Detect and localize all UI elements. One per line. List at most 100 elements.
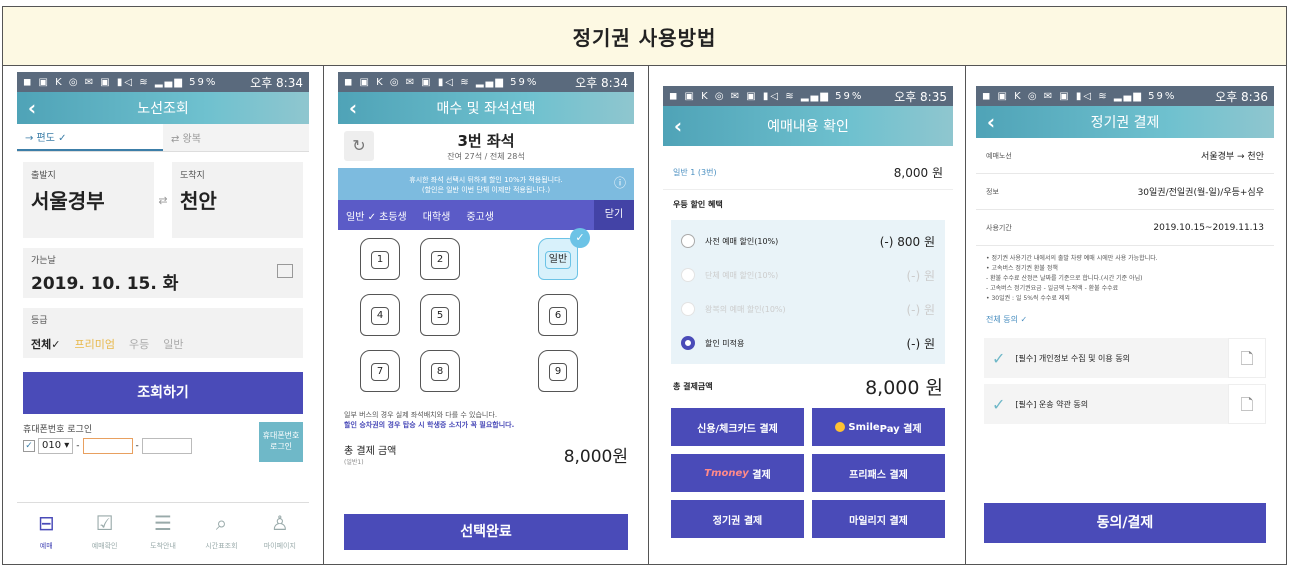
route-row: 예매노선 서울경부 → 천안 [976,138,1274,174]
season-ticket-payment-screen: ◼ ▣ K ◎ ✉ ▣ ▮◁ ≋ ▂▄▆ 59% 오후 8:36 ‹ 정기권 결… [976,86,1274,551]
seat-4[interactable]: 4 [360,294,400,336]
seat-notice: 일부 버스의 경우 실제 좌석배치와 다를 수 있습니다. 할인 승차권의 경우… [338,406,634,434]
phone-login: 휴대폰번호 로그인 ✓ 010 ▾ - - 휴대폰번호 로그인 [23,422,303,462]
confirm-selection-button[interactable]: 선택완료 [344,514,628,550]
pay-season-ticket-button[interactable]: 정기권 결제 [671,500,804,538]
arrival-label: 도착지 [180,171,205,181]
grade-premium[interactable]: 프리미엄 [74,336,114,352]
route-search-screen: ◼ ▣ K ◎ ✉ ▣ ▮◁ ≋ ▂▄▆ 59% 오후 8:34 ‹ 노선조회 … [17,72,309,562]
tab-reservation-check[interactable]: ☑ 예매확인 [75,503,133,562]
type-general-child[interactable]: 일반 ✓ 초등생 [346,208,407,223]
arrival-value: 천안 [180,189,217,213]
back-icon[interactable]: ‹ [17,96,47,120]
bus-icon: ⊟ [37,511,55,535]
search-button[interactable]: 조회하기 [23,372,303,414]
period-label: 사용기간 [986,223,1012,232]
departure-field[interactable]: 출발지 서울경부 [23,162,154,238]
date-field[interactable]: 가는날 2019. 10. 15. 화 [23,248,303,298]
pay-tmoney-button[interactable]: Tmoney 결제 [671,454,804,492]
screen-title: 매수 및 좌석선택 [436,101,536,117]
pay-card-button[interactable]: 신용/체크카드 결제 [671,408,804,446]
type-university[interactable]: 대학생 [423,208,451,223]
direction-tabs: → 편도 ✓ ⇄ 왕복 [17,124,309,152]
seat-map: 1 2 일반 ✓ 4 5 6 7 8 9 [338,228,634,406]
pay-freepass-button[interactable]: 프리패스 결제 [812,454,945,492]
check-icon: ✓ [992,348,1006,368]
seat-title: 3번 좌석 [457,132,515,150]
total-row: 총 결제 금액 (일반1) 8,000원 [338,434,634,474]
discount-option-none[interactable]: 할인 미적용 (-) 원 [671,326,945,360]
discount-option-group: 단체 예매 할인(10%) (-) 원 [671,258,945,292]
info-icon[interactable]: ⓘ [614,177,626,189]
banner-line-1: 휴시한 좌석 선택시 뒤하게 할인 10%가 적용됩니다. [409,176,563,184]
agree-privacy[interactable]: ✓ [필수] 개인정보 수집 및 이용 동의 🗋 [984,338,1266,378]
back-icon[interactable]: ‹ [976,110,1006,134]
radio-icon [681,234,695,248]
step-1-column: ◼ ▣ K ◎ ✉ ▣ ▮◁ ≋ ▂▄▆ 59% 오후 8:34 ‹ 노선조회 … [3,66,324,564]
seat-9[interactable]: 9 [538,350,578,392]
route-label: 예매노선 [986,151,1012,160]
tab-arrival-info[interactable]: ☰ 도착안내 [134,503,192,562]
page-title: 정기권 사용방법 [572,25,717,50]
login-checkbox[interactable]: ✓ [23,440,35,452]
status-bar: ◼ ▣ K ◎ ✉ ▣ ▮◁ ≋ ▂▄▆ 59% 오후 8:36 [976,86,1274,106]
agree-pay-button[interactable]: 동의/결제 [984,503,1266,543]
discount-option-roundtrip: 왕복의 예매 할인(10%) (-) 원 [671,292,945,326]
discount-option-advance[interactable]: 사전 예매 할인(10%) (-) 800 원 [671,224,945,258]
seat-2[interactable]: 2 [420,238,460,280]
seat-1[interactable]: 1 [360,238,400,280]
date-label: 가는날 [31,256,56,266]
document-icon[interactable]: 🗋 [1228,338,1266,378]
tab-roundtrip[interactable]: ⇄ 왕복 [163,124,309,151]
tab-mypage[interactable]: ♙ 마이페이지 [251,503,309,562]
seat-8[interactable]: 8 [420,350,460,392]
seat-5[interactable]: 5 [420,294,460,336]
pay-smilepay-button[interactable]: Smile Pay 결제 [812,408,945,446]
back-icon[interactable]: ‹ [338,96,368,120]
grade-excellent[interactable]: 우등 [129,336,149,352]
station-selector: 출발지 서울경부 ⇄ 도착지 천안 [23,162,303,238]
figure-frame: 정기권 사용방법 ◼ ▣ K ◎ ✉ ▣ ▮◁ ≋ ▂▄▆ 59% 오후 8:3… [2,6,1287,565]
person-icon: ♙ [270,511,289,535]
status-icons: ◼ ▣ K ◎ ✉ ▣ ▮◁ ≋ ▂▄▆ 59% [669,90,864,102]
grade-general[interactable]: 일반 [163,336,183,352]
banner-line-2: (할인은 일반 이번 단체 이제만 적용됩니다.) [421,186,551,194]
period-value: 2019.10.15~2019.11.13 [1153,222,1264,233]
phone-middle-input[interactable] [82,438,133,454]
agree-all[interactable]: 전체 동의 ✓ [976,312,1274,332]
screen-title: 노선조회 [137,101,189,117]
arrival-field[interactable]: 도착지 천안 [172,162,303,238]
document-icon[interactable]: 🗋 [1228,384,1266,424]
status-time: 오후 8:34 [250,75,303,90]
agree-privacy-label: [필수] 개인정보 수집 및 이용 동의 [1015,353,1131,363]
calendar-icon[interactable] [277,264,293,278]
close-button[interactable]: 닫기 [594,200,634,230]
seat-6[interactable]: 6 [538,294,578,336]
tab-oneway[interactable]: → 편도 ✓ [17,124,163,151]
phone-login-button[interactable]: 휴대폰번호 로그인 [259,422,303,462]
discount-options: 사전 예매 할인(10%) (-) 800 원 단체 예매 할인(10%) (-… [671,220,945,364]
type-student[interactable]: 중고생 [466,208,494,223]
agree-terms-label: [필수] 운송 약관 동의 [1015,399,1089,409]
info-row: 정보 30일권/전일권(월-일)/우등+심우 [976,174,1274,210]
refund-notes: • 정기권 사용기간 내에서의 출발 차량 예매 시에만 사용 가능합니다. •… [986,255,1158,302]
swap-icon[interactable]: ⇄ [154,162,172,238]
refresh-icon[interactable]: ↻ [344,131,374,161]
radio-icon [681,268,695,282]
pay-mileage-button[interactable]: 마일리지 결제 [812,500,945,538]
general-fare-label: 일반 1 (3번) [673,168,717,177]
seat-7[interactable]: 7 [360,350,400,392]
notice-line-1: 일부 버스의 경우 실제 좌석배치와 다를 수 있습니다. [344,411,498,419]
phone-last-input[interactable] [141,438,192,454]
info-label: 정보 [986,187,999,196]
tab-reservation[interactable]: ⊟ 예매 [17,503,75,562]
notice-line-2: 할인 승차권의 경우 탑승 시 학생증 소지가 꼭 필요합니다. [344,421,515,429]
check-icon: ✓ [992,394,1006,414]
status-bar: ◼ ▣ K ◎ ✉ ▣ ▮◁ ≋ ▂▄▆ 59% 오후 8:34 [17,72,309,92]
back-icon[interactable]: ‹ [663,114,693,138]
tab-timetable[interactable]: ⌕ 시간표조회 [192,503,250,562]
phone-prefix-select[interactable]: 010 ▾ [38,438,74,454]
agree-terms[interactable]: ✓ [필수] 운송 약관 동의 🗋 [984,384,1266,424]
header: 정기권 사용방법 [3,7,1286,66]
grade-all[interactable]: 전체✓ [31,336,60,352]
